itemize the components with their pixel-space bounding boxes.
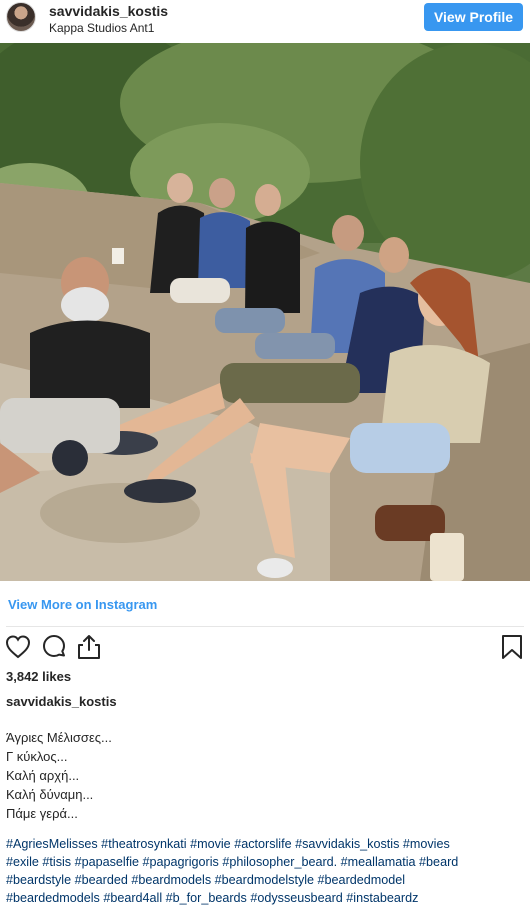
view-more-link[interactable]: View More on Instagram xyxy=(8,597,157,612)
group-photo-image xyxy=(0,43,530,581)
caption-line: Άγριες Μέλισσες... xyxy=(6,730,112,745)
post-header: savvidakis_kostis Kappa Studios Ant1 Vie… xyxy=(0,0,530,43)
bookmark-icon[interactable] xyxy=(498,633,526,661)
share-icon[interactable] xyxy=(75,633,103,661)
post-photo[interactable] xyxy=(0,43,530,581)
hashtag-line[interactable]: #exile #tisis #papaselfie #papagrigoris … xyxy=(6,853,528,871)
likes-count[interactable]: 3,842 likes xyxy=(6,669,71,684)
divider xyxy=(6,626,524,627)
view-profile-button[interactable]: View Profile xyxy=(424,3,523,31)
hashtags[interactable]: #AgriesMelisses #theatrosynkati #movie #… xyxy=(6,835,528,907)
caption-line: Καλή αρχή... xyxy=(6,768,80,783)
hashtag-line[interactable]: #beardedmodels #beard4all #b_for_beards … xyxy=(6,889,528,907)
caption-line: Γ κύκλος... xyxy=(6,749,68,764)
hashtag-line[interactable]: #beardstyle #bearded #beardmodels #beard… xyxy=(6,871,528,889)
comment-icon[interactable] xyxy=(40,633,68,661)
caption-username[interactable]: savvidakis_kostis xyxy=(6,694,117,709)
caption-text: Άγριες Μέλισσες... Γ κύκλος... Καλή αρχή… xyxy=(6,728,522,823)
heart-icon[interactable] xyxy=(4,633,32,661)
header-location[interactable]: Kappa Studios Ant1 xyxy=(49,21,154,35)
caption-line: Καλή δύναμη... xyxy=(6,787,94,802)
action-bar xyxy=(0,633,530,663)
caption-line: Πάμε γερά... xyxy=(6,806,78,821)
header-username[interactable]: savvidakis_kostis xyxy=(49,3,168,19)
avatar[interactable] xyxy=(6,2,36,32)
hashtag-line[interactable]: #AgriesMelisses #theatrosynkati #movie #… xyxy=(6,835,528,853)
